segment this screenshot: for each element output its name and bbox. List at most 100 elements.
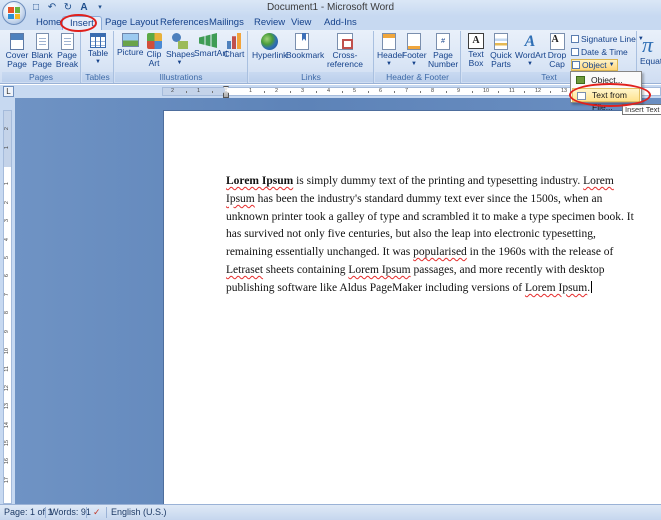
- text-box-button[interactable]: A Text Box: [465, 33, 487, 68]
- vertical-ruler-mark: 2: [4, 127, 10, 131]
- header-button[interactable]: Header ▼: [377, 33, 405, 69]
- misspelled-word[interactable]: popularised: [413, 246, 467, 258]
- signature-line-icon: [571, 35, 579, 43]
- chart-button[interactable]: Chart: [223, 33, 245, 59]
- document-page[interactable]: Lorem Ipsum is simply dummy text of the …: [163, 110, 661, 504]
- ruler-mark: 8: [431, 88, 435, 94]
- tab-mailings[interactable]: Mailings: [209, 17, 244, 28]
- vertical-ruler-mark: 12: [4, 384, 10, 391]
- language[interactable]: English (U.S.): [111, 507, 167, 517]
- tab-add-ins[interactable]: Add-Ins: [324, 17, 357, 28]
- ruler-mark: 9: [457, 88, 461, 94]
- vertical-ruler-mark: 16: [4, 458, 10, 465]
- object-dropdown-arrow[interactable]: ▼: [609, 62, 615, 68]
- vertical-ruler-mark: 14: [4, 421, 10, 428]
- chart-icon: [226, 33, 242, 49]
- tab-insert[interactable]: Insert: [62, 16, 102, 31]
- page-number-button[interactable]: # Page Number: [428, 33, 458, 69]
- ruler-mark: 2: [171, 88, 175, 94]
- cover-page-icon: [10, 33, 24, 50]
- vertical-ruler-mark: 6: [4, 274, 10, 278]
- document-body[interactable]: Lorem Ipsum is simply dummy text of the …: [226, 173, 638, 298]
- shapes-icon: [171, 33, 188, 49]
- smartart-button[interactable]: SmartArt: [194, 33, 228, 58]
- object-button[interactable]: Object ▼: [571, 59, 618, 71]
- vertical-ruler-mark: 10: [4, 348, 10, 355]
- bold-lead-text: Lorem Ipsum: [226, 175, 294, 187]
- footer-icon: [407, 33, 421, 50]
- ruler-tick: [368, 91, 369, 93]
- cross-reference-button[interactable]: Cross-reference: [319, 33, 371, 69]
- office-button[interactable]: [2, 1, 26, 25]
- tab-page-layout[interactable]: Page Layout: [105, 17, 158, 28]
- body-text: is simply dummy text of the printing and…: [226, 175, 634, 294]
- ruler-tick: [316, 91, 317, 93]
- clip-art-icon: [146, 33, 162, 49]
- proofing-icon[interactable]: ✓: [93, 507, 101, 518]
- tab-home[interactable]: Home: [36, 17, 61, 28]
- menu-item-object[interactable]: Object...: [572, 73, 640, 87]
- vertical-ruler-mark: 1: [4, 182, 10, 186]
- ribbon-tabs: Home Insert Page Layout References Maili…: [0, 16, 661, 31]
- picture-button[interactable]: Picture: [117, 33, 143, 57]
- vertical-ruler-mark: 5: [4, 256, 10, 260]
- misspelled-word[interactable]: Lorem Ipsum: [348, 264, 410, 276]
- signature-line-button[interactable]: Signature Line ▼: [571, 33, 644, 45]
- misspelled-word[interactable]: Letraset: [226, 264, 263, 276]
- group-illustrations: Picture Clip Art Shapes ▼ SmartArt Chart…: [115, 31, 248, 83]
- footer-button[interactable]: Footer ▼: [402, 33, 427, 69]
- ruler-mark: 13: [561, 88, 568, 94]
- ruler-tick: [264, 91, 265, 93]
- wordart-icon: A: [524, 33, 536, 50]
- vertical-ruler-mark: 9: [4, 329, 10, 333]
- equation-label: Equatio: [640, 56, 661, 66]
- vertical-ruler-mark: 3: [4, 219, 10, 223]
- ruler-mark: 1: [249, 88, 253, 94]
- text-box-icon: A: [468, 33, 484, 49]
- ruler-mark: 4: [327, 88, 331, 94]
- tab-references[interactable]: References: [160, 17, 209, 28]
- group-label-illustrations: Illustrations: [115, 72, 247, 82]
- vertical-ruler-mark: 8: [4, 311, 10, 315]
- ruler-tick: [394, 91, 395, 93]
- ribbon: Cover Page Blank Page Page Break Pages T…: [0, 30, 661, 84]
- group-label-header-footer: Header & Footer: [375, 72, 460, 82]
- ruler-tick: [186, 91, 187, 93]
- vertical-ruler[interactable]: 2 1 1 2 3 4 5 6 7 8 9 10 11 12 13 14 15 16 17: [3, 110, 12, 504]
- document-workspace: Lorem Ipsum is simply dummy text of the …: [15, 98, 661, 504]
- group-pages: Cover Page Blank Page Page Break Pages: [2, 31, 81, 83]
- vertical-ruler-mark: 15: [4, 440, 10, 447]
- text-cursor: [591, 280, 593, 293]
- group-links: Hyperlink Bookmark Cross-reference Links: [249, 31, 374, 83]
- blank-page-button[interactable]: Blank Page: [30, 33, 54, 69]
- ruler-mark: 12: [535, 88, 542, 94]
- picture-icon: [121, 33, 139, 47]
- wordart-button[interactable]: A WordArt ▼: [515, 33, 546, 69]
- tab-review[interactable]: Review: [254, 17, 285, 28]
- table-button[interactable]: Table ▼: [86, 33, 110, 67]
- tab-selector[interactable]: L: [3, 86, 14, 97]
- clip-art-button[interactable]: Clip Art: [144, 33, 164, 68]
- hyperlink-button[interactable]: Hyperlink: [252, 33, 287, 60]
- menu-item-text-from-file[interactable]: Text from File...: [572, 88, 640, 112]
- text-file-icon: [577, 92, 586, 100]
- header-icon: [382, 33, 396, 50]
- bookmark-button[interactable]: Bookmark: [286, 33, 324, 60]
- date-time-button[interactable]: Date & Time: [571, 46, 628, 58]
- drop-cap-button[interactable]: A Drop Cap: [546, 33, 568, 69]
- vertical-ruler-mark: 13: [4, 403, 10, 410]
- cover-page-button[interactable]: Cover Page: [5, 33, 29, 69]
- ruler-mark: 3: [301, 88, 305, 94]
- word-count[interactable]: Words: 91: [50, 507, 91, 517]
- misspelled-word[interactable]: Lorem Ipsum: [525, 282, 587, 294]
- vertical-ruler-mark: 7: [4, 292, 10, 296]
- ruler-tick: [212, 91, 213, 93]
- page-break-button[interactable]: Page Break: [55, 33, 79, 69]
- quick-parts-button[interactable]: Quick Parts: [489, 33, 513, 69]
- tab-view[interactable]: View: [291, 17, 311, 28]
- vertical-ruler-mark: 2: [4, 200, 10, 204]
- vertical-ruler-mark: 4: [4, 237, 10, 241]
- ruler-tick: [290, 91, 291, 93]
- pi-icon[interactable]: π: [642, 34, 653, 56]
- shapes-button[interactable]: Shapes ▼: [166, 33, 195, 68]
